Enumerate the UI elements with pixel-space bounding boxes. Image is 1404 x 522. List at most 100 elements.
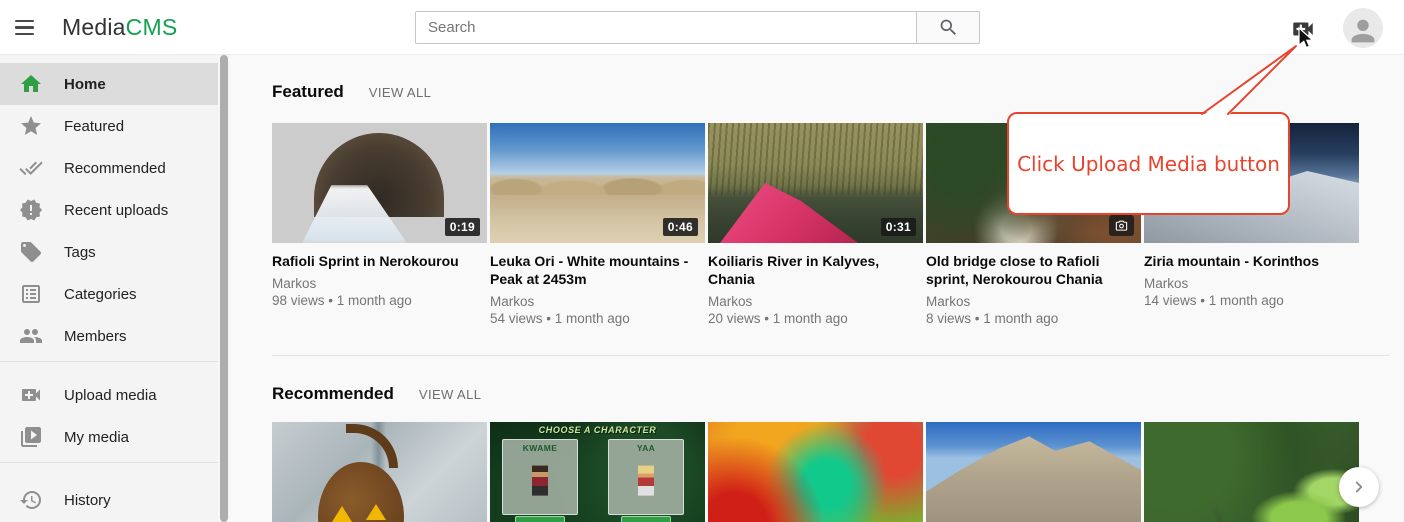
game-thumb-panel: YAA [608, 439, 684, 515]
sidebar-group-media: Upload media My media [0, 361, 218, 458]
sidebar-item-label: Tags [64, 244, 96, 261]
sidebar-item-label: Recommended [64, 160, 166, 177]
section-title: Recommended [272, 384, 394, 404]
media-title-link[interactable]: Old bridge close to Rafioli sprint, Nero… [926, 252, 1141, 288]
topbar: MediaCMS [0, 0, 1404, 55]
new-releases-icon [19, 198, 43, 222]
camera-icon [1115, 219, 1128, 232]
view-all-link[interactable]: VIEW ALL [419, 387, 481, 402]
duration-badge: 0:19 [445, 218, 480, 236]
game-character-art [532, 466, 548, 496]
card-info: Rafioli Sprint in Nerokourou Markos 98 v… [272, 243, 487, 339]
sidebar-scrollbar-thumb[interactable] [220, 55, 228, 522]
video-call-icon [19, 383, 43, 407]
search-icon [938, 17, 959, 38]
recommended-section-header: Recommended VIEW ALL [272, 384, 1404, 406]
sidebar: Home Featured Recommended Recent uploads… [0, 55, 218, 522]
game-character-name: YAA [609, 443, 683, 453]
card-info: Koiliaris River in Kalyves, Chania Marko… [708, 243, 923, 339]
media-title-link[interactable]: Rafioli Sprint in Nerokourou [272, 252, 487, 270]
recommended-row: CHOOSE A CHARACTER KWAME YAA Selected Se… [272, 422, 1404, 522]
card-info: Leuka Ori - White mountains - Peak at 24… [490, 243, 705, 339]
sidebar-item-label: My media [64, 429, 129, 446]
user-avatar[interactable] [1343, 8, 1383, 48]
video-thumbnail[interactable]: 0:31 [708, 123, 923, 243]
video-library-icon [19, 425, 43, 449]
sidebar-scrollbar-track [218, 55, 230, 522]
sidebar-item-upload-media[interactable]: Upload media [0, 374, 218, 416]
game-character-name: KWAME [503, 443, 577, 453]
sidebar-item-label: Categories [64, 286, 137, 303]
video-thumbnail[interactable] [926, 422, 1141, 522]
featured-section-header: Featured VIEW ALL [272, 82, 1404, 104]
video-thumbnail[interactable]: CHOOSE A CHARACTER KWAME YAA Selected Se… [490, 422, 705, 522]
video-thumbnail[interactable]: 0:46 [490, 123, 705, 243]
view-all-link[interactable]: VIEW ALL [369, 85, 431, 100]
section-divider [272, 355, 1390, 356]
video-thumbnail[interactable]: 0:19 [272, 123, 487, 243]
sidebar-item-label: History [64, 492, 111, 509]
media-title-link[interactable]: Leuka Ori - White mountains - Peak at 24… [490, 252, 705, 288]
logo-media-text: Media [62, 14, 126, 40]
media-meta: 98 views • 1 month ago [272, 293, 487, 308]
upload-media-button[interactable] [1290, 16, 1316, 42]
media-title-link[interactable]: Koiliaris River in Kalyves, Chania [708, 252, 923, 288]
sidebar-group-history: History [0, 462, 218, 521]
done-all-icon [19, 156, 43, 180]
person-icon [1346, 14, 1380, 48]
sidebar-item-label: Home [64, 76, 106, 93]
video-thumbnail[interactable] [708, 422, 923, 522]
media-meta: 54 views • 1 month ago [490, 311, 705, 326]
chevron-right-icon [1350, 478, 1368, 496]
star-icon [19, 114, 43, 138]
sidebar-item-categories[interactable]: Categories [0, 273, 218, 315]
pumpkin-eye-art [332, 506, 352, 522]
search-input[interactable] [415, 11, 917, 44]
camera-badge [1109, 215, 1134, 236]
section-title: Featured [272, 82, 344, 102]
media-meta: 20 views • 1 month ago [708, 311, 923, 326]
sidebar-group-main: Home Featured Recommended Recent uploads… [0, 55, 218, 357]
history-icon [19, 488, 43, 512]
categories-icon [19, 282, 43, 306]
duration-badge: 0:31 [881, 218, 916, 236]
media-meta: 8 views • 1 month ago [926, 311, 1141, 326]
sidebar-item-home[interactable]: Home [0, 63, 218, 105]
pumpkin-eye-art [366, 504, 386, 520]
video-thumbnail[interactable] [1144, 422, 1359, 522]
pumpkin-art [318, 462, 404, 522]
media-author-link[interactable]: Markos [708, 294, 923, 309]
sidebar-item-featured[interactable]: Featured [0, 105, 218, 147]
media-card: 0:46 Leuka Ori - White mountains - Peak … [490, 123, 705, 339]
sidebar-item-members[interactable]: Members [0, 315, 218, 357]
search-button[interactable] [917, 11, 980, 44]
media-card: 0:31 Koiliaris River in Kalyves, Chania … [708, 123, 923, 339]
sidebar-item-recommended[interactable]: Recommended [0, 147, 218, 189]
hamburger-menu-icon[interactable] [15, 20, 35, 35]
media-author-link[interactable]: Markos [1144, 276, 1359, 291]
sidebar-item-recent-uploads[interactable]: Recent uploads [0, 189, 218, 231]
home-icon [19, 72, 43, 96]
sidebar-item-my-media[interactable]: My media [0, 416, 218, 458]
video-thumbnail[interactable] [272, 422, 487, 522]
app-logo[interactable]: MediaCMS [62, 14, 177, 41]
game-thumb-button-text: Select [621, 516, 671, 522]
game-character-art [638, 466, 654, 496]
sidebar-item-label: Recent uploads [64, 202, 168, 219]
game-thumb-button-text: Selected [515, 516, 565, 522]
pumpkin-stem-art [346, 424, 398, 468]
media-author-link[interactable]: Markos [272, 276, 487, 291]
members-icon [19, 324, 43, 348]
media-title-link[interactable]: Ziria mountain - Korinthos [1144, 252, 1359, 270]
sidebar-item-history[interactable]: History [0, 479, 218, 521]
media-author-link[interactable]: Markos [490, 294, 705, 309]
annotation-tooltip: Click Upload Media button [1007, 112, 1290, 215]
sidebar-item-label: Members [64, 328, 127, 345]
sidebar-item-tags[interactable]: Tags [0, 231, 218, 273]
carousel-next-button[interactable] [1339, 467, 1379, 507]
annotation-tooltip-text: Click Upload Media button [1017, 152, 1280, 176]
media-author-link[interactable]: Markos [926, 294, 1141, 309]
logo-cms-text: CMS [126, 14, 178, 40]
card-info: Ziria mountain - Korinthos Markos 14 vie… [1144, 243, 1359, 339]
game-thumb-panel: KWAME [502, 439, 578, 515]
